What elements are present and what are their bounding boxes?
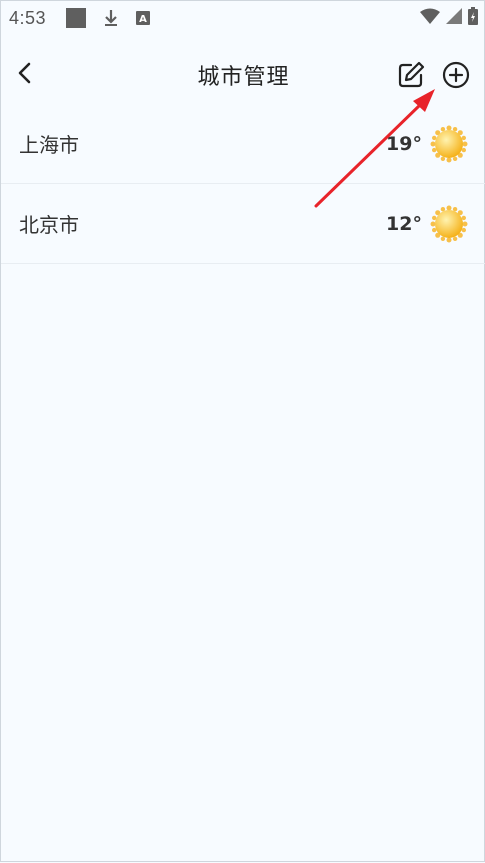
- app-screen: 4:53 A 城市管理 上海市 19° 北京市 12°: [0, 0, 485, 862]
- sun-icon: [430, 205, 468, 243]
- notification-square-icon: [66, 8, 87, 28]
- city-temperature: 12°: [386, 212, 422, 235]
- svg-text:A: A: [139, 14, 147, 25]
- city-name: 北京市: [19, 213, 79, 237]
- download-icon: [100, 7, 122, 29]
- city-temperature: 19°: [386, 132, 422, 155]
- city-row-shanghai[interactable]: 上海市 19°: [1, 104, 485, 184]
- keyboard-a-icon: A: [132, 7, 154, 29]
- signal-icon: [446, 7, 462, 29]
- status-bar: 4:53 A: [1, 1, 485, 35]
- sun-icon: [430, 125, 468, 163]
- city-list: 上海市 19° 北京市 12°: [1, 104, 485, 264]
- wifi-icon: [420, 8, 440, 29]
- plus-circle-icon: [442, 61, 470, 89]
- status-time: 4:53: [9, 7, 47, 28]
- top-app-bar: 城市管理: [1, 45, 485, 105]
- edit-pencil-icon: [398, 61, 425, 88]
- edit-button[interactable]: [394, 58, 428, 92]
- battery-icon: [468, 6, 478, 30]
- add-city-button[interactable]: [439, 58, 473, 92]
- city-row-beijing[interactable]: 北京市 12°: [1, 184, 485, 264]
- city-name: 上海市: [19, 133, 79, 157]
